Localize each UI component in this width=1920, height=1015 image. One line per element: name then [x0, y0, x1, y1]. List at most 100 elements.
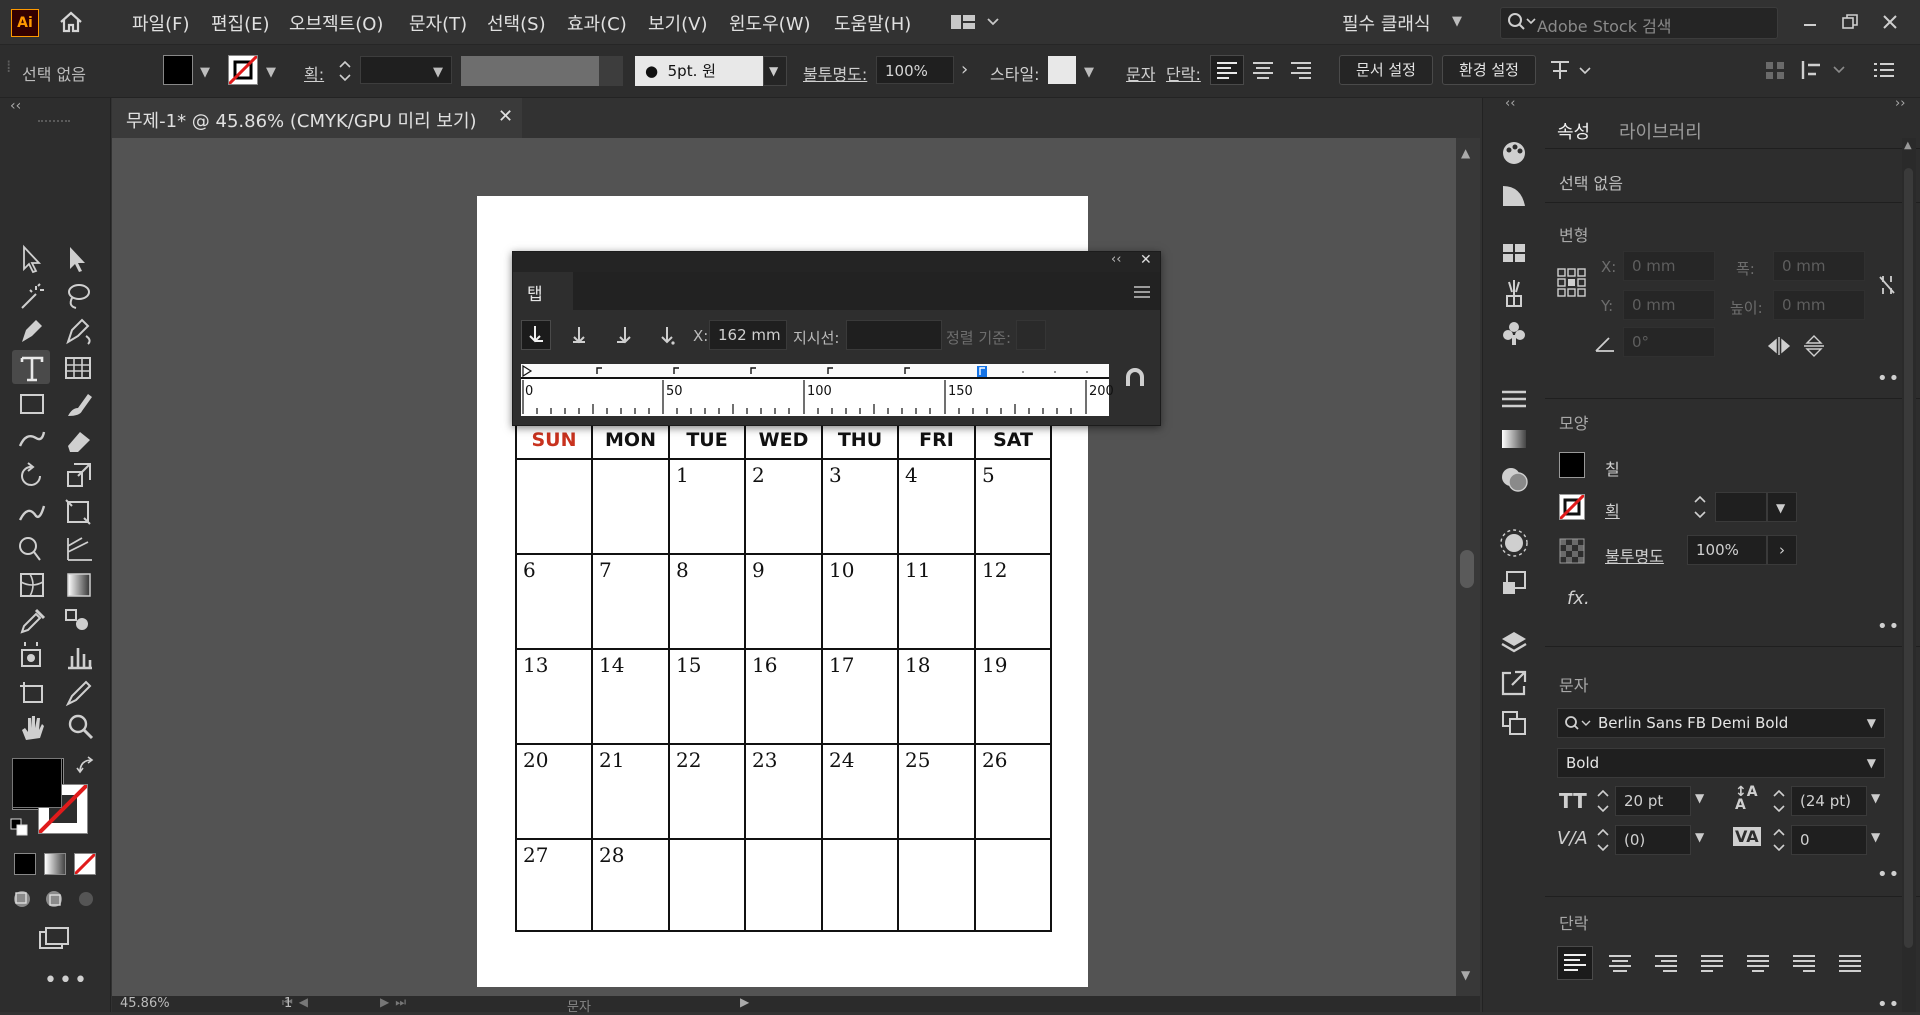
collapse-toolbar-icon[interactable]: ‹‹: [10, 98, 21, 114]
fill-dropdown-icon[interactable]: ▼: [200, 65, 210, 80]
scroll-thumb[interactable]: [1460, 550, 1474, 588]
stroke-swatch-props[interactable]: [1559, 494, 1585, 520]
tab-position-input[interactable]: 162 mm: [709, 320, 787, 350]
tab-leader-input[interactable]: [846, 320, 942, 350]
font-family-field[interactable]: Berlin Sans FB Demi Bold ▼: [1557, 708, 1885, 738]
justify-all-icon[interactable]: [1833, 948, 1867, 980]
close-document-icon[interactable]: ✕: [498, 106, 513, 127]
style-dropdown-icon[interactable]: ▼: [1084, 65, 1094, 80]
artboard-slice-icon[interactable]: [16, 676, 96, 708]
scroll-up-icon[interactable]: ▲: [1461, 146, 1470, 160]
kerning-dropdown-icon[interactable]: ▼: [1695, 830, 1704, 844]
stroke-dropdown-icon[interactable]: ▼: [266, 65, 276, 80]
swatches-icon[interactable]: [1499, 238, 1529, 268]
fx-effects-icon[interactable]: fx.: [1567, 588, 1590, 609]
justify-left-icon[interactable]: [1695, 948, 1729, 980]
transform-arrange-icon[interactable]: [1548, 57, 1594, 83]
zoom-level[interactable]: 45.86%: [120, 996, 170, 1011]
none-mode-button[interactable]: [74, 853, 96, 875]
props-scrollbar[interactable]: ▲: [1902, 138, 1916, 1012]
arrange-documents-icon[interactable]: [950, 12, 1000, 32]
symbols-icon[interactable]: [1499, 318, 1529, 348]
menu-type[interactable]: 문자(T): [409, 10, 467, 36]
variable-width-profile[interactable]: [461, 56, 599, 86]
stroke-weight-field[interactable]: [1715, 492, 1767, 522]
chevron-down-icon[interactable]: ▼: [1452, 14, 1462, 29]
tracking-stepper-icon[interactable]: [1771, 825, 1787, 855]
menu-effect[interactable]: 효과(C): [567, 10, 627, 36]
hamburger-menu-icon[interactable]: [1133, 285, 1151, 299]
paragraph-label[interactable]: 단락:: [1166, 61, 1201, 85]
artboard-number[interactable]: 1: [284, 996, 292, 1011]
angle-input[interactable]: 0°: [1623, 327, 1715, 357]
collapse-panel-icon[interactable]: ‹‹: [1111, 252, 1121, 267]
hand-zoom-tools-icon[interactable]: [16, 712, 96, 744]
font-size-dropdown-icon[interactable]: ▼: [1695, 791, 1704, 805]
artboards-icon[interactable]: [1499, 708, 1529, 738]
kerning-input[interactable]: (0): [1615, 825, 1691, 855]
justify-center-icon[interactable]: [1741, 948, 1775, 980]
tracking-dropdown-icon[interactable]: ▼: [1871, 830, 1880, 844]
center-justified-tab-icon[interactable]: [567, 324, 591, 348]
brush-definition[interactable]: ● 5pt. 원: [635, 56, 763, 86]
vertical-scrollbar[interactable]: ▲ ▼: [1456, 138, 1480, 996]
default-colors-icon[interactable]: [10, 818, 30, 838]
snap-to-frame-magnet-icon[interactable]: [1123, 366, 1147, 390]
kerning-stepper-icon[interactable]: [1595, 825, 1611, 855]
swap-colors-icon[interactable]: [76, 756, 96, 776]
font-style-dropdown-icon[interactable]: ▼: [1867, 749, 1876, 777]
status-menu-icon[interactable]: ▶: [740, 995, 749, 1009]
fill-color-front[interactable]: [12, 758, 62, 808]
align-objects-icon[interactable]: [1762, 57, 1788, 83]
menu-window[interactable]: 윈도우(W): [729, 10, 811, 36]
font-size-input[interactable]: 20 pt: [1615, 786, 1691, 816]
flip-vertical-icon[interactable]: [1803, 334, 1825, 358]
left-justified-tab-button[interactable]: [521, 320, 551, 350]
tracking-input[interactable]: 0: [1791, 825, 1867, 855]
eyedropper-blend-icon[interactable]: [16, 604, 96, 636]
panel-menu-icon[interactable]: [1870, 58, 1898, 82]
gradient-panel-icon[interactable]: [1499, 424, 1529, 454]
document-tab[interactable]: 무제-1* @ 45.86% (CMYK/GPU 미리 보기) ✕: [112, 98, 522, 138]
rectangle-brush-tools-icon[interactable]: [16, 388, 96, 420]
collapse-strip-icon[interactable]: ‹‹: [1505, 96, 1515, 111]
align-right-icon[interactable]: [1286, 55, 1316, 85]
close-panel-icon[interactable]: ✕: [1140, 252, 1152, 268]
magic-wand-lasso-icon[interactable]: [16, 280, 96, 312]
stroke-weight-dropdown-icon[interactable]: ▼: [433, 65, 443, 80]
height-input[interactable]: 0 mm: [1773, 290, 1865, 320]
restore-icon[interactable]: [1840, 10, 1860, 34]
transparency-icon[interactable]: [1499, 464, 1529, 494]
props-scroll-up-icon[interactable]: ▲: [1904, 140, 1912, 151]
mesh-gradient-tools-icon[interactable]: [16, 568, 96, 600]
opacity-expand-button[interactable]: ›: [1767, 535, 1797, 565]
scroll-down-icon[interactable]: ▼: [1461, 968, 1470, 982]
type-table-tools-icon[interactable]: [16, 352, 96, 384]
preferences-button[interactable]: 환경 설정: [1442, 55, 1536, 85]
stock-search[interactable]: Adobe Stock 검색: [1500, 7, 1778, 39]
align-left-icon[interactable]: [1210, 55, 1244, 85]
color-guide-icon[interactable]: [1499, 180, 1529, 210]
menu-select[interactable]: 선택(S): [487, 10, 546, 36]
edit-toolbar-icon[interactable]: •••: [44, 968, 89, 993]
selection-tools-icon[interactable]: [16, 243, 96, 275]
distribute-icon[interactable]: [1800, 57, 1850, 83]
x-input[interactable]: 0 mm: [1623, 251, 1715, 281]
font-size-stepper-icon[interactable]: [1595, 786, 1611, 816]
graphic-styles-icon[interactable]: [1499, 568, 1529, 598]
pen-tools-icon[interactable]: [16, 316, 96, 348]
stroke-swatch[interactable]: [228, 55, 258, 85]
tab-libraries[interactable]: 라이브러리: [1619, 118, 1702, 144]
menu-help[interactable]: 도움말(H): [834, 10, 911, 36]
justify-right-icon[interactable]: [1787, 948, 1821, 980]
close-icon[interactable]: [1880, 10, 1900, 34]
brush-dropdown-icon[interactable]: ▼: [763, 56, 787, 86]
para-align-center-icon[interactable]: [1603, 948, 1637, 980]
para-align-left-icon[interactable]: [1557, 946, 1593, 980]
leading-stepper-icon[interactable]: [1771, 786, 1787, 816]
asset-export-icon[interactable]: [1499, 668, 1529, 698]
artboard-nav-next-icons[interactable]: ▶⏭: [380, 995, 412, 1010]
character-link[interactable]: 문자: [1126, 61, 1155, 85]
color-icon[interactable]: [1499, 138, 1529, 168]
constrain-proportions-icon[interactable]: [1875, 272, 1899, 298]
